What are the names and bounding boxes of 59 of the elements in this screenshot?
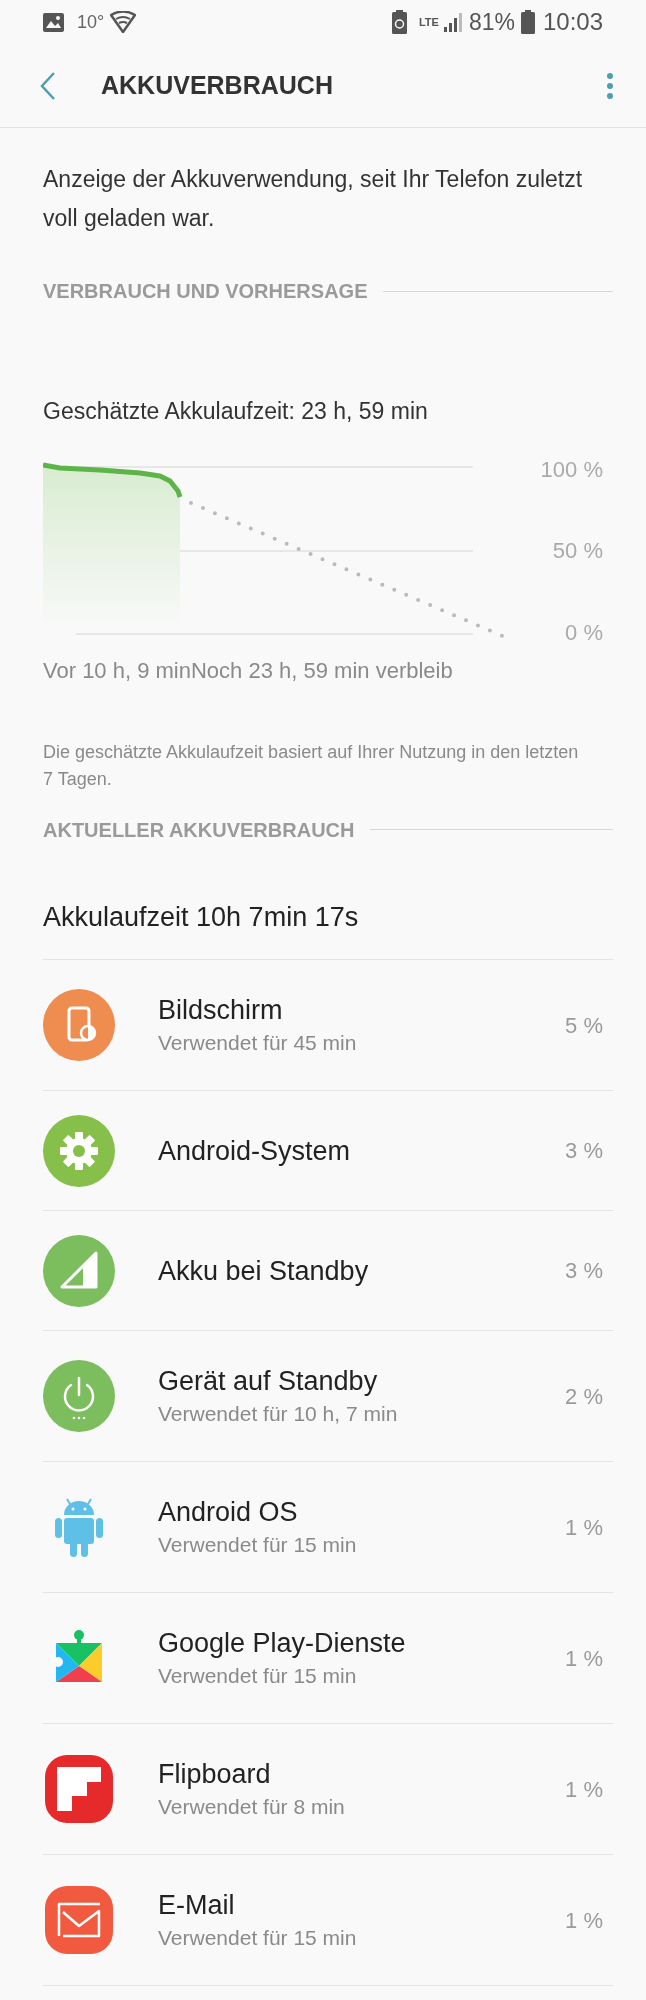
axis-label: Noch 23 h, 59 min verbleib	[191, 656, 453, 685]
flipboard-icon	[43, 1753, 115, 1825]
usage-duration: Verwendet für 15 min	[158, 1532, 357, 1558]
app-usage-row[interactable]: Android-System 3 %	[43, 1091, 613, 1211]
battery-runtime: Akkulaufzeit 10h 7min 17s	[43, 900, 360, 934]
envelope-icon	[43, 1884, 115, 1956]
signal-icon	[43, 1234, 115, 1307]
usage-percent: 1 %	[565, 1906, 603, 1935]
usage-percent: 5 %	[565, 1011, 603, 1040]
app-usage-row[interactable]: Gerät auf Standby Verwendet für 10 h, 7 min 2 %	[43, 1331, 613, 1462]
app-usage-row[interactable]: Android OS Verwendet für 15 min 1 %	[43, 1462, 613, 1593]
app-name: Android OS	[158, 1496, 299, 1529]
intro-text: Anzeige der Akkuverwendung, seit Ihr Telefon zuletzt voll geladen war.	[43, 165, 584, 233]
usage-duration: Verwendet für 8 min	[158, 1794, 345, 1820]
app-name: Bildschirm	[158, 994, 284, 1027]
app-usage-row[interactable]: Google Play-Dienste Verwendet für 15 min 1 %	[43, 1593, 613, 1724]
section-heading: AKTUELLER AKKUVERBRAUCH	[43, 817, 355, 843]
axis-label: 0 %	[565, 621, 603, 644]
app-usage-row[interactable]: Bildschirm Verwendet für 45 min 5 %	[43, 960, 613, 1091]
app-name: Flipboard	[158, 1758, 272, 1791]
usage-percent: 1 %	[565, 1644, 603, 1673]
network-type: LTE	[418, 16, 439, 28]
gear-icon	[43, 1114, 115, 1187]
usage-percent: 3 %	[565, 1137, 603, 1165]
usage-percent: 2 %	[565, 1382, 603, 1411]
battery-icon	[520, 10, 535, 34]
app-usage-row[interactable]: Flipboard Verwendet für 8 min 1 %	[43, 1724, 613, 1855]
back-icon	[40, 70, 56, 101]
axis-label: 100 %	[540, 458, 603, 481]
axis-label: 50 %	[552, 540, 603, 562]
app-usage-row[interactable]: Akku bei Standby 3 %	[43, 1211, 613, 1331]
app-name: Gerät auf Standby	[158, 1365, 379, 1398]
usage-duration: Verwendet für 10 h, 7 min	[158, 1401, 398, 1427]
app-usage-row[interactable]: E-Mail Verwendet für 15 min 1 %	[43, 1855, 613, 1986]
usage-duration: Verwendet für 15 min	[158, 1925, 357, 1951]
app-name: E-Mail	[158, 1889, 236, 1922]
usage-percent: 1 %	[565, 1775, 603, 1804]
usage-percent: 1 %	[565, 1513, 603, 1542]
display-brightness-icon	[43, 989, 115, 1061]
wifi-icon	[110, 11, 137, 33]
forecast-note: Die geschätzte Akkulaufzeit basiert auf Ihrer Nutzung in den letzten 7 Tagen.	[43, 740, 580, 791]
battery-saver-icon	[391, 10, 407, 34]
usage-duration: Verwendet für 45 min	[158, 1030, 357, 1056]
image-icon	[43, 12, 64, 32]
clock: 10:03	[542, 7, 603, 37]
battery-level: 81%	[468, 7, 515, 37]
section-heading: VERBRAUCH UND VORHERSAGE	[43, 279, 368, 304]
screen-title: AKKUVERBRAUCH	[101, 69, 333, 101]
temperature: 10°	[77, 10, 105, 34]
power-icon	[43, 1360, 115, 1432]
more-icon	[606, 71, 614, 100]
app-name: Akku bei Standby	[158, 1254, 369, 1288]
usage-percent: 3 %	[565, 1257, 603, 1285]
usage-duration: Verwendet für 15 min	[158, 1663, 358, 1689]
estimated-runtime: Geschätzte Akkulaufzeit: 23 h, 59 min	[43, 397, 429, 426]
signal-strength-icon	[442, 12, 463, 32]
app-name: Android-System	[158, 1134, 351, 1168]
app-name: Google Play-Dienste	[158, 1627, 406, 1660]
axis-label: Vor 10 h, 9 min	[43, 656, 191, 685]
